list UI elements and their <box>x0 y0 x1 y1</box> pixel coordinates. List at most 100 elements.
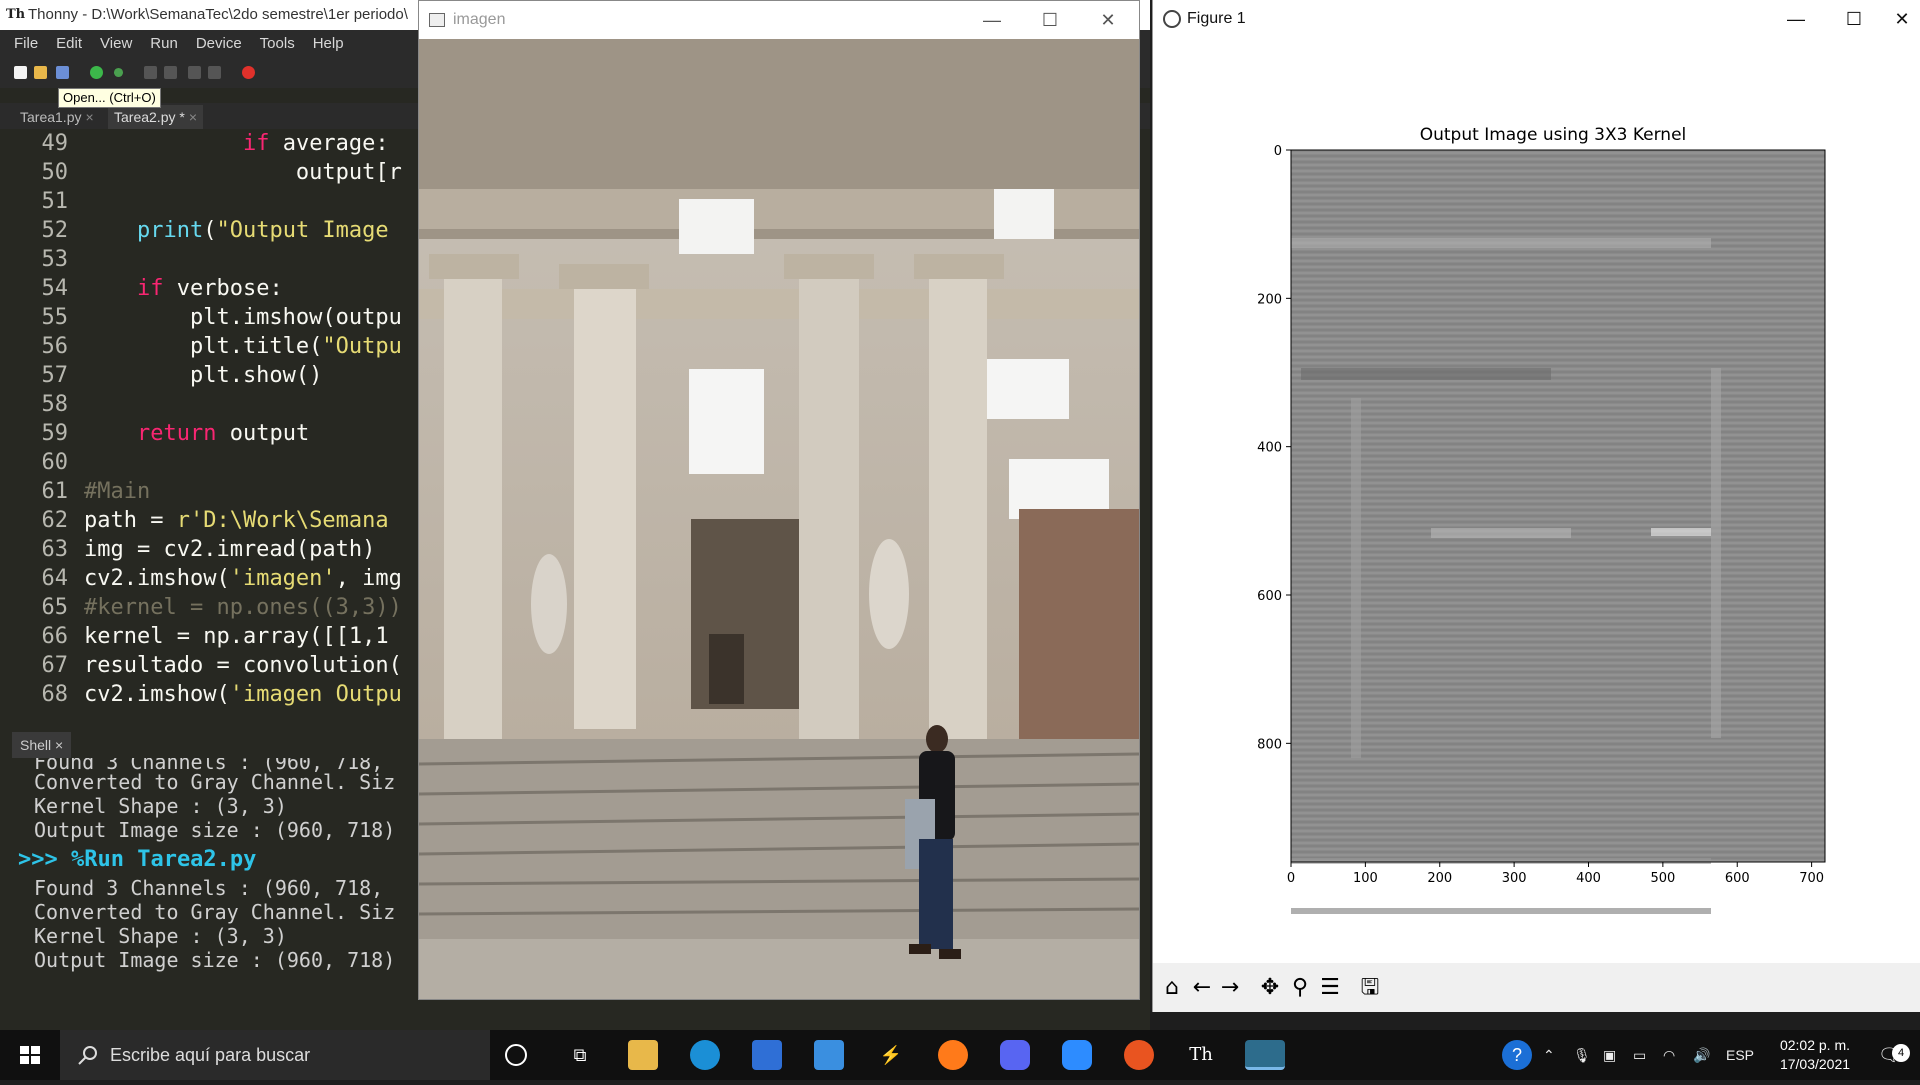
zoom-icon[interactable]: ⚲ <box>1287 975 1313 1001</box>
code-text: resultado = convolution( <box>84 653 402 678</box>
line-number: 68 <box>41 682 69 707</box>
file-explorer-icon[interactable] <box>628 1040 658 1070</box>
maximize-button[interactable]: ☐ <box>1021 1 1079 39</box>
maximize-button[interactable]: ☐ <box>1825 0 1883 38</box>
start-button[interactable] <box>0 1030 60 1080</box>
back-icon[interactable]: ← <box>1189 975 1215 1001</box>
chevron-up-icon[interactable]: ⌃ <box>1543 1030 1555 1080</box>
x-tick-label: 200 <box>1427 871 1452 886</box>
new-file-icon[interactable] <box>14 66 27 79</box>
relief-detail <box>1711 368 1721 738</box>
close-icon[interactable]: × <box>189 109 197 125</box>
code-line[interactable]: 67 resultado = convolution( <box>12 651 402 680</box>
code-line[interactable]: 68 cv2.imshow('imagen Outpu <box>12 680 402 709</box>
code-line[interactable]: 56 plt.title("Outpu <box>12 332 402 361</box>
taskbar: Escribe aquí para buscar ⧉ ⚡ Th ? ⌃ 🎙 ▣ … <box>0 1030 1920 1080</box>
close-icon[interactable]: × <box>85 109 93 125</box>
menu-device[interactable]: Device <box>196 30 242 58</box>
menu-view[interactable]: View <box>100 30 132 58</box>
menu-run[interactable]: Run <box>150 30 178 58</box>
wifi-icon[interactable]: ◠ <box>1663 1030 1675 1080</box>
battery-icon[interactable]: ▭ <box>1633 1030 1646 1080</box>
code-line[interactable]: 63 img = cv2.imread(path) <box>12 535 376 564</box>
language-indicator[interactable]: ESP <box>1726 1030 1754 1080</box>
discord-icon[interactable] <box>1000 1040 1030 1070</box>
code-line[interactable]: 66 kernel = np.array([[1,1 <box>12 622 389 651</box>
code-line[interactable]: 53 <box>12 245 84 274</box>
code-line[interactable]: 64 cv2.imshow('imagen', img <box>12 564 402 593</box>
convolution-chart: Output Image using 3X3 Kernel 0 100 200 300… <box>1257 125 1826 914</box>
help-icon[interactable]: ? <box>1502 1040 1532 1070</box>
minimize-button[interactable]: — <box>1767 0 1825 38</box>
step-over-icon[interactable] <box>144 66 157 79</box>
tab-shell[interactable]: Shell × <box>12 732 72 758</box>
configure-icon[interactable]: ☰ <box>1317 975 1343 1001</box>
menu-help[interactable]: Help <box>313 30 344 58</box>
code-line[interactable]: 62 path = r'D:\Work\Semana <box>12 506 389 535</box>
save-file-icon[interactable] <box>56 66 69 79</box>
close-button[interactable]: ✕ <box>1883 0 1920 38</box>
lightning-app-icon[interactable]: ⚡ <box>876 1040 906 1070</box>
home-icon[interactable]: ⌂ <box>1159 975 1185 1001</box>
code-line[interactable]: 65 #kernel = np.ones((3,3)) <box>12 593 402 622</box>
save-icon[interactable]: 🖫 <box>1357 975 1383 1001</box>
figure-titlebar[interactable]: Figure 1 — ☐ ✕ <box>1153 0 1920 38</box>
line-number: 59 <box>41 421 69 446</box>
code-line[interactable]: 59 return output <box>12 419 310 448</box>
step-into-icon[interactable] <box>164 66 177 79</box>
step-out-icon[interactable] <box>188 66 201 79</box>
tab-tarea1[interactable]: Tarea1.py × <box>14 105 100 129</box>
code-line[interactable]: 51 <box>12 187 84 216</box>
code-line[interactable]: 60 <box>12 448 84 477</box>
code-line[interactable]: 52 print("Output Image <box>12 216 389 245</box>
menu-edit[interactable]: Edit <box>56 30 82 58</box>
close-button[interactable]: ✕ <box>1079 1 1137 39</box>
relief-detail <box>1651 528 1711 536</box>
edge-icon[interactable] <box>690 1040 720 1070</box>
zoom-app-icon[interactable] <box>1062 1040 1092 1070</box>
code-line[interactable]: 57 plt.show() <box>12 361 323 390</box>
thonny-taskbar-icon[interactable]: Th <box>1186 1040 1216 1070</box>
plot-area[interactable]: Output Image using 3X3 Kernel 0 100 200 300… <box>1153 38 1920 963</box>
imagen-titlebar[interactable]: imagen — ☐ ✕ <box>419 1 1139 39</box>
display-icon[interactable]: ▣ <box>1603 1030 1616 1080</box>
menu-file[interactable]: File <box>14 30 38 58</box>
run-icon[interactable] <box>90 66 103 79</box>
task-view-icon[interactable]: ⧉ <box>565 1040 595 1070</box>
pan-icon[interactable]: ✥ <box>1257 975 1283 1001</box>
code-line[interactable]: 49 if average: <box>12 129 389 158</box>
opencv-window-icon[interactable] <box>1245 1040 1285 1070</box>
clock[interactable]: 02:02 p. m. 17/03/2021 <box>1760 1036 1870 1074</box>
cortana-icon[interactable] <box>505 1044 527 1066</box>
mail-icon[interactable] <box>814 1040 844 1070</box>
forward-icon[interactable]: → <box>1217 975 1243 1001</box>
open-file-icon[interactable] <box>34 66 47 79</box>
stop-icon[interactable] <box>242 66 255 79</box>
debug-icon[interactable] <box>113 67 124 78</box>
code-line[interactable]: 55 plt.imshow(outpu <box>12 303 402 332</box>
taskbar-search[interactable]: Escribe aquí para buscar <box>60 1030 490 1080</box>
resume-icon[interactable] <box>208 66 221 79</box>
line-number: 66 <box>41 624 69 649</box>
code-line[interactable]: 50 output[r <box>12 158 402 187</box>
line-number: 49 <box>41 131 69 156</box>
firefox-icon[interactable] <box>938 1040 968 1070</box>
code-line[interactable]: 54 if verbose: <box>12 274 283 303</box>
microphone-icon[interactable]: 🎙 <box>1573 1030 1591 1080</box>
tab-tarea2[interactable]: Tarea2.py * × <box>108 105 204 129</box>
line-number: 64 <box>41 566 69 591</box>
menu-tools[interactable]: Tools <box>260 30 295 58</box>
shell-prompt: >>> %Run Tarea2.py <box>18 847 257 872</box>
chart-title: Output Image using 3X3 Kernel <box>1420 125 1687 145</box>
volume-icon[interactable]: 🔊 <box>1693 1030 1710 1080</box>
clock-date: 17/03/2021 <box>1779 1056 1851 1072</box>
shell-output-line: Found 3 Channels : (960, 718, <box>34 876 384 900</box>
ubuntu-icon[interactable] <box>1124 1040 1154 1070</box>
code-line[interactable]: 61 #Main <box>12 477 151 506</box>
code-line[interactable]: 58 <box>12 390 84 419</box>
store-icon[interactable] <box>752 1040 782 1070</box>
x-tick-label: 500 <box>1650 871 1675 886</box>
y-tick-label: 600 <box>1257 589 1282 604</box>
library-photo <box>419 39 1139 999</box>
minimize-button[interactable]: — <box>963 1 1021 39</box>
